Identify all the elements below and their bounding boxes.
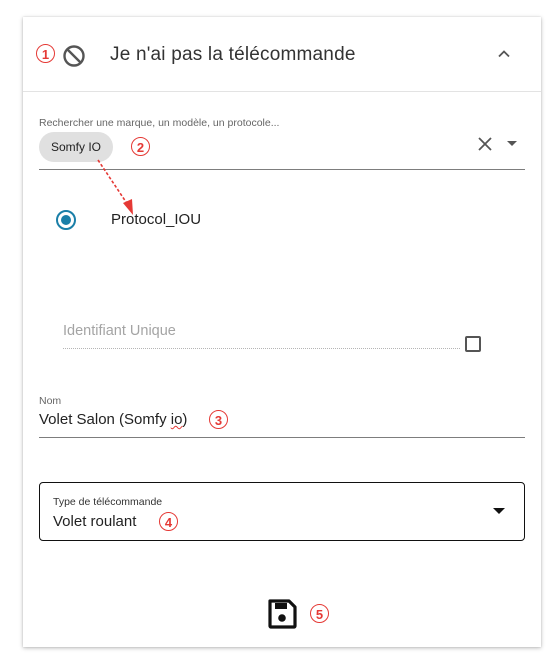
annotation-marker-1: 1 [36, 44, 55, 63]
remote-type-select[interactable] [39, 482, 525, 541]
name-value-main: Volet Salon (Somfy [39, 411, 171, 428]
annotation-marker-4: 4 [159, 512, 178, 531]
save-icon[interactable] [266, 598, 298, 630]
name-label: Nom [39, 395, 62, 407]
protocol-label[interactable]: Protocol_IOU [111, 211, 201, 228]
name-underline [39, 437, 525, 438]
remote-type-value[interactable]: Volet roulant [53, 513, 136, 530]
identifier-checkbox[interactable] [465, 336, 481, 352]
remote-type-label: Type de télécommande [53, 496, 163, 508]
block-icon [63, 45, 85, 67]
annotation-marker-2: 2 [131, 137, 150, 156]
identifier-underline [63, 348, 460, 349]
chevron-up-icon[interactable] [494, 44, 514, 64]
name-value-end: ) [182, 411, 188, 428]
select-arrow-icon[interactable] [492, 506, 506, 516]
header-title[interactable]: Je n'ai pas la télécommande [110, 44, 356, 66]
protocol-radio[interactable] [56, 210, 76, 230]
header-divider [23, 91, 541, 92]
annotation-marker-3: 3 [209, 410, 228, 429]
annotation-arrow [97, 159, 133, 215]
identifier-field[interactable]: Identifiant Unique [63, 323, 176, 339]
arrow-drop-down-icon[interactable] [506, 139, 518, 149]
name-input[interactable]: Volet Salon (Somfy io) [39, 411, 187, 428]
name-value-spellcheck: io [170, 411, 183, 428]
search-label: Rechercher une marque, un modèle, un pro… [39, 117, 280, 129]
annotation-marker-5: 5 [310, 604, 329, 623]
close-icon[interactable] [476, 135, 494, 153]
